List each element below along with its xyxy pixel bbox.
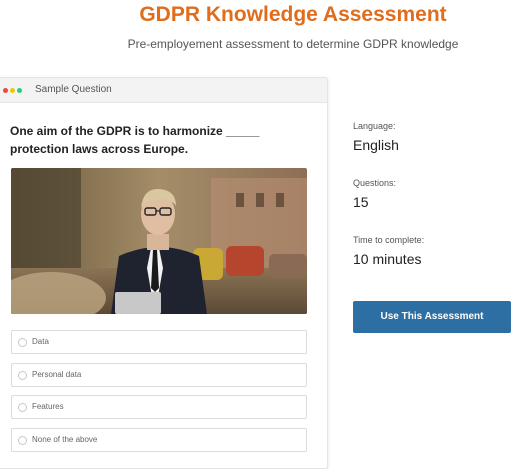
answer-option-label: Data	[32, 337, 49, 346]
radio-icon[interactable]	[18, 403, 27, 412]
answer-option[interactable]: Features	[11, 395, 307, 419]
answer-option-label: Personal data	[32, 369, 82, 379]
page-title: GDPR Knowledge Assessment	[139, 3, 447, 26]
answer-option[interactable]: Personal data	[11, 362, 307, 387]
answer-option-label: Features	[32, 402, 64, 411]
time-value: 10 minutes	[353, 251, 422, 267]
language-info: Language: English	[353, 121, 399, 153]
language-value: English	[353, 137, 399, 153]
radio-icon[interactable]	[18, 435, 27, 445]
questions-label: Questions:	[353, 178, 397, 188]
window-dot-green	[17, 88, 22, 93]
window-dot-red	[3, 88, 8, 93]
time-info: Time to complete: 10 minutes	[353, 235, 424, 267]
sample-question-card: Sample Question One aim of the GDPR is t…	[0, 77, 328, 469]
answer-options: Data Personal data Features None of the …	[11, 330, 307, 460]
questions-info: Questions: 15	[353, 178, 396, 210]
answer-option-label: None of the above	[32, 434, 98, 444]
question-text: One aim of the GDPR is to harmonize ____…	[10, 124, 260, 156]
answer-option[interactable]: None of the above	[11, 427, 307, 452]
questions-value: 15	[353, 194, 369, 210]
card-header-label: Sample Question	[35, 84, 112, 95]
card-header: Sample Question	[0, 78, 327, 103]
page-subtitle: Pre-employement assessment to determine …	[127, 37, 459, 51]
use-assessment-button[interactable]: Use This Assessment	[353, 301, 511, 333]
radio-icon[interactable]	[18, 370, 27, 380]
question-photo	[11, 168, 307, 314]
time-label: Time to complete:	[353, 235, 425, 245]
window-dot-yellow	[10, 88, 15, 93]
answer-option[interactable]: Data	[11, 330, 307, 354]
language-label: Language:	[353, 121, 396, 131]
radio-icon[interactable]	[18, 338, 27, 347]
